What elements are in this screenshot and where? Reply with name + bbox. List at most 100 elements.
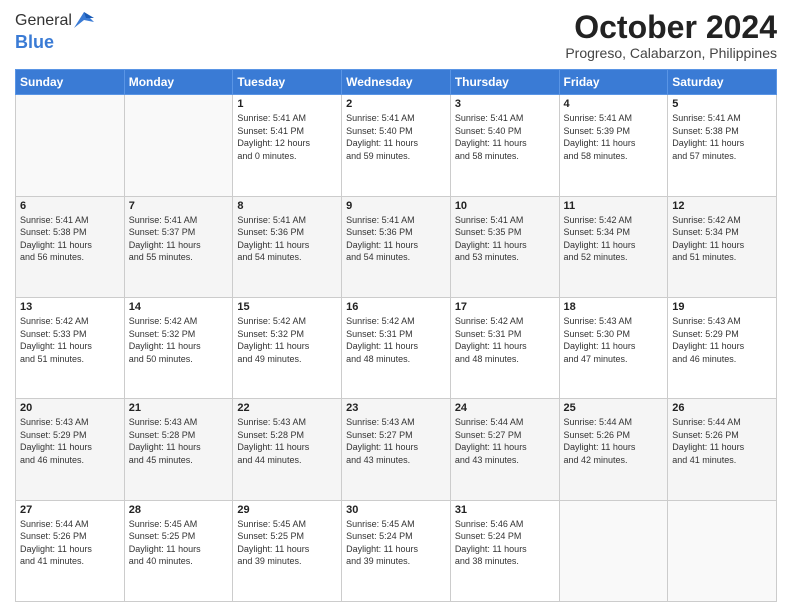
day-info-17: Sunrise: 5:42 AM Sunset: 5:31 PM Dayligh… [455,315,555,365]
day-cell-3-1: 21 Sunrise: 5:43 AM Sunset: 5:28 PM Dayli… [124,399,233,500]
day-info-14: Sunrise: 5:42 AM Sunset: 5:32 PM Dayligh… [129,315,229,365]
day-number-8: 8 [237,200,337,212]
calendar-table: Sunday Monday Tuesday Wednesday Thursday… [15,69,777,602]
header-monday: Monday [124,70,233,95]
day-info-27: Sunrise: 5:44 AM Sunset: 5:26 PM Dayligh… [20,518,120,568]
day-info-19: Sunrise: 5:43 AM Sunset: 5:29 PM Dayligh… [672,315,772,365]
day-cell-2-1: 14 Sunrise: 5:42 AM Sunset: 5:32 PM Dayli… [124,297,233,398]
day-number-1: 1 [237,98,337,110]
day-number-14: 14 [129,301,229,313]
day-info-6: Sunrise: 5:41 AM Sunset: 5:38 PM Dayligh… [20,214,120,264]
day-cell-3-5: 25Sunrise: 5:44 AM Sunset: 5:26 PM Dayli… [559,399,668,500]
day-info-31: Sunrise: 5:46 AM Sunset: 5:24 PM Dayligh… [455,518,555,568]
day-info-21: Sunrise: 5:43 AM Sunset: 5:28 PM Dayligh… [129,416,229,466]
day-cell-1-4: 10 Sunrise: 5:41 AM Sunset: 5:35 PM Dayli… [450,196,559,297]
title-block: October 2024 Progreso, Calabarzon, Phili… [565,10,777,61]
day-info-4: Sunrise: 5:41 AM Sunset: 5:39 PM Dayligh… [564,112,664,162]
day-info-25: Sunrise: 5:44 AM Sunset: 5:26 PM Dayligh… [564,416,664,466]
logo-general: General [15,12,72,30]
day-number-19: 19 [672,301,772,313]
page: General Blue October 2024 Progreso, Cala… [0,0,792,612]
day-info-7: Sunrise: 5:41 AM Sunset: 5:37 PM Dayligh… [129,214,229,264]
day-cell-1-5: 11 Sunrise: 5:42 AM Sunset: 5:34 PM Dayli… [559,196,668,297]
day-info-1: Sunrise: 5:41 AM Sunset: 5:41 PM Dayligh… [237,112,337,162]
day-info-26: Sunrise: 5:44 AM Sunset: 5:26 PM Dayligh… [672,416,772,466]
header-friday: Friday [559,70,668,95]
header-wednesday: Wednesday [342,70,451,95]
header-saturday: Saturday [668,70,777,95]
day-cell-3-4: 24 Sunrise: 5:44 AM Sunset: 5:27 PM Dayli… [450,399,559,500]
location: Progreso, Calabarzon, Philippines [565,45,777,61]
day-number-16: 16 [346,301,446,313]
day-info-3: Sunrise: 5:41 AM Sunset: 5:40 PM Dayligh… [455,112,555,162]
day-number-31: 31 [455,504,555,516]
week-row-3: 20 Sunrise: 5:43 AM Sunset: 5:29 PM Dayli… [16,399,777,500]
day-cell-0-1 [124,95,233,196]
day-info-22: Sunrise: 5:43 AM Sunset: 5:28 PM Dayligh… [237,416,337,466]
day-info-5: Sunrise: 5:41 AM Sunset: 5:38 PM Dayligh… [672,112,772,162]
day-number-12: 12 [672,200,772,212]
day-number-4: 4 [564,98,664,110]
day-cell-3-2: 22 Sunrise: 5:43 AM Sunset: 5:28 PM Dayli… [233,399,342,500]
day-cell-3-6: 26Sunrise: 5:44 AM Sunset: 5:26 PM Dayli… [668,399,777,500]
logo: General Blue [15,10,94,53]
day-info-30: Sunrise: 5:45 AM Sunset: 5:24 PM Dayligh… [346,518,446,568]
day-info-20: Sunrise: 5:43 AM Sunset: 5:29 PM Dayligh… [20,416,120,466]
day-cell-1-2: 8 Sunrise: 5:41 AM Sunset: 5:36 PM Daylig… [233,196,342,297]
day-number-10: 10 [455,200,555,212]
weekday-header-row: Sunday Monday Tuesday Wednesday Thursday… [16,70,777,95]
day-info-8: Sunrise: 5:41 AM Sunset: 5:36 PM Dayligh… [237,214,337,264]
day-number-3: 3 [455,98,555,110]
header-thursday: Thursday [450,70,559,95]
logo-bird-icon [74,10,94,32]
day-info-23: Sunrise: 5:43 AM Sunset: 5:27 PM Dayligh… [346,416,446,466]
day-info-10: Sunrise: 5:41 AM Sunset: 5:35 PM Dayligh… [455,214,555,264]
day-cell-4-6 [668,500,777,601]
day-number-15: 15 [237,301,337,313]
day-cell-2-0: 13Sunrise: 5:42 AM Sunset: 5:33 PM Dayli… [16,297,125,398]
day-number-6: 6 [20,200,120,212]
day-number-30: 30 [346,504,446,516]
day-cell-3-3: 23 Sunrise: 5:43 AM Sunset: 5:27 PM Dayli… [342,399,451,500]
day-info-24: Sunrise: 5:44 AM Sunset: 5:27 PM Dayligh… [455,416,555,466]
day-cell-0-3: 2 Sunrise: 5:41 AM Sunset: 5:40 PM Daylig… [342,95,451,196]
header-tuesday: Tuesday [233,70,342,95]
day-cell-1-3: 9Sunrise: 5:41 AM Sunset: 5:36 PM Daylig… [342,196,451,297]
header-sunday: Sunday [16,70,125,95]
day-cell-4-4: 31 Sunrise: 5:46 AM Sunset: 5:24 PM Dayli… [450,500,559,601]
day-cell-2-6: 19 Sunrise: 5:43 AM Sunset: 5:29 PM Dayli… [668,297,777,398]
day-cell-1-1: 7Sunrise: 5:41 AM Sunset: 5:37 PM Daylig… [124,196,233,297]
day-number-17: 17 [455,301,555,313]
day-info-28: Sunrise: 5:45 AM Sunset: 5:25 PM Dayligh… [129,518,229,568]
day-info-12: Sunrise: 5:42 AM Sunset: 5:34 PM Dayligh… [672,214,772,264]
day-cell-0-4: 3 Sunrise: 5:41 AM Sunset: 5:40 PM Daylig… [450,95,559,196]
day-number-24: 24 [455,402,555,414]
day-cell-4-0: 27 Sunrise: 5:44 AM Sunset: 5:26 PM Dayli… [16,500,125,601]
day-cell-1-6: 12 Sunrise: 5:42 AM Sunset: 5:34 PM Dayli… [668,196,777,297]
day-info-15: Sunrise: 5:42 AM Sunset: 5:32 PM Dayligh… [237,315,337,365]
day-cell-2-4: 17 Sunrise: 5:42 AM Sunset: 5:31 PM Dayli… [450,297,559,398]
header: General Blue October 2024 Progreso, Cala… [15,10,777,61]
day-number-11: 11 [564,200,664,212]
day-number-21: 21 [129,402,229,414]
day-number-2: 2 [346,98,446,110]
day-number-28: 28 [129,504,229,516]
week-row-0: 1 Sunrise: 5:41 AM Sunset: 5:41 PM Daylig… [16,95,777,196]
day-cell-3-0: 20 Sunrise: 5:43 AM Sunset: 5:29 PM Dayli… [16,399,125,500]
day-cell-4-5 [559,500,668,601]
day-cell-0-2: 1 Sunrise: 5:41 AM Sunset: 5:41 PM Daylig… [233,95,342,196]
day-number-27: 27 [20,504,120,516]
week-row-2: 13Sunrise: 5:42 AM Sunset: 5:33 PM Dayli… [16,297,777,398]
day-info-13: Sunrise: 5:42 AM Sunset: 5:33 PM Dayligh… [20,315,120,365]
day-number-22: 22 [237,402,337,414]
day-number-23: 23 [346,402,446,414]
day-number-18: 18 [564,301,664,313]
day-info-18: Sunrise: 5:43 AM Sunset: 5:30 PM Dayligh… [564,315,664,365]
day-cell-4-1: 28 Sunrise: 5:45 AM Sunset: 5:25 PM Dayli… [124,500,233,601]
day-info-11: Sunrise: 5:42 AM Sunset: 5:34 PM Dayligh… [564,214,664,264]
day-info-2: Sunrise: 5:41 AM Sunset: 5:40 PM Dayligh… [346,112,446,162]
day-cell-4-2: 29Sunrise: 5:45 AM Sunset: 5:25 PM Dayli… [233,500,342,601]
day-number-20: 20 [20,402,120,414]
day-info-29: Sunrise: 5:45 AM Sunset: 5:25 PM Dayligh… [237,518,337,568]
week-row-1: 6 Sunrise: 5:41 AM Sunset: 5:38 PM Daylig… [16,196,777,297]
